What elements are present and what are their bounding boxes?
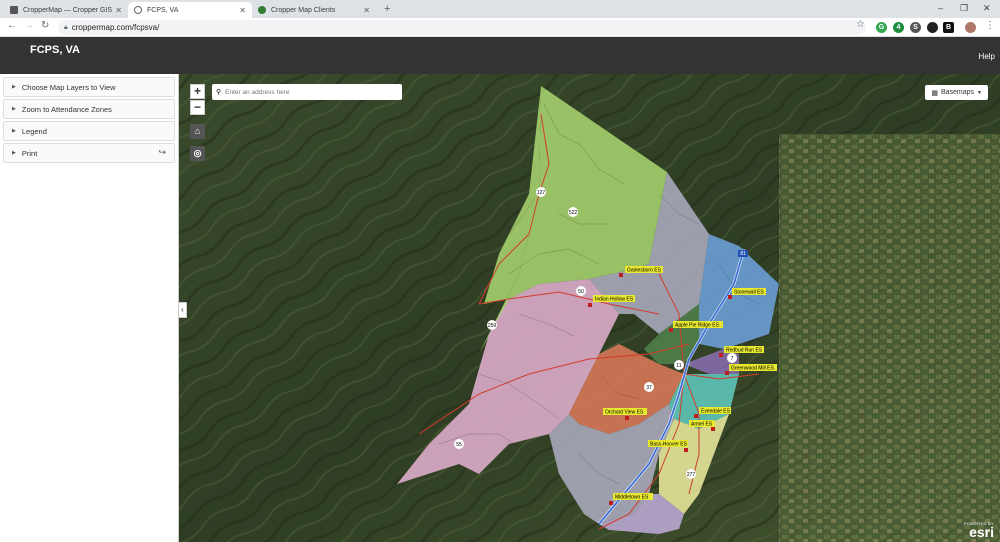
school-label: Armel ES [691,422,713,428]
browser-tab-active[interactable]: FCPS, VA ✕ [128,2,252,18]
reload-icon[interactable]: ↻ [41,20,49,31]
panel-label: Zoom to Attendance Zones [21,104,112,114]
tab-favicon-icon [258,6,266,14]
tab-favicon-icon [10,6,18,14]
collapse-sidebar-button[interactable]: ‹ [179,302,187,318]
close-icon[interactable]: ✕ [363,6,370,15]
caret-right-icon: ▶ [12,106,16,112]
grid-icon: ▦ [931,89,938,97]
caret-right-icon: ▶ [12,84,16,90]
school-label: Redbud Run ES [726,348,763,354]
panel-print[interactable]: ▶ Print ↪ [3,143,175,163]
tab-title: Cropper Map Clients [271,6,336,14]
route-shield-label: 522 [569,210,578,216]
route-shield-label: 277 [687,472,696,478]
locate-button[interactable]: ◎ [190,146,205,161]
basemaps-button[interactable]: ▦ Basemaps ▼ [925,85,988,100]
home-button[interactable]: ⌂ [190,124,205,139]
panel-label: Print [21,148,38,158]
browser-tab-bar: CropperMap — Cropper GIS ✕ FCPS, VA ✕ Cr… [0,0,1000,18]
address-search-input[interactable] [225,88,396,96]
tab-title: FCPS, VA [147,6,179,14]
panel-legend[interactable]: ▶ Legend [3,121,175,141]
extension-half-circle-icon[interactable] [927,22,938,33]
map-canvas[interactable]: 127 522 50 259 11 37 7 81 55 277 Gainesb… [179,74,1000,542]
zoom-in-button[interactable]: + [190,84,205,99]
lock-icon: 🔒︎ [64,23,68,31]
zoom-out-button[interactable]: − [190,100,205,115]
extension-badge-icon[interactable]: 4 [893,22,904,33]
back-arrow-icon[interactable]: ← [7,20,17,31]
more-menu-icon[interactable]: ⋮ [985,20,995,31]
url-bar[interactable]: 🔒︎ croppermap.com/fcpsva/ [58,20,866,35]
browser-tab[interactable]: CropperMap — Cropper GIS ✕ [4,2,128,18]
route-shield-label: 37 [646,385,652,391]
locate-crosshair-icon: ◎ [193,148,202,158]
maximize-icon[interactable]: ❐ [960,3,968,14]
school-label: Evendale ES [701,409,731,415]
panel-label: Legend [21,126,47,136]
school-label: Stonewall ES [734,290,764,296]
globe-icon [134,6,142,14]
close-icon[interactable]: ✕ [239,6,246,15]
caret-right-icon: ▶ [12,150,16,156]
forward-arrow-icon[interactable]: → [24,20,34,31]
bookmark-star-icon[interactable]: ☆ [856,19,865,30]
map-view[interactable]: 127 522 50 259 11 37 7 81 55 277 Gainesb… [179,74,1000,542]
school-label: Indian Hollow ES [595,297,634,303]
browser-toolbar: ← → ↻ 🔒︎ croppermap.com/fcpsva/ ☆ G 4 S … [0,18,1000,37]
basemaps-label: Basemaps [940,89,975,96]
route-shield-label: 81 [740,251,746,257]
browser-tab[interactable]: Cropper Map Clients ✕ [252,2,376,18]
school-label: Greenwood Mill ES [731,366,774,372]
share-arrow-icon[interactable]: ↪ [158,147,166,158]
route-shield-label: 55 [456,442,462,448]
address-search[interactable]: ⚲ [212,84,402,100]
panel-map-layers[interactable]: ▶ Choose Map Layers to View [3,77,175,97]
url-text: croppermap.com/fcpsva/ [71,23,160,32]
caret-right-icon: ▶ [12,128,16,134]
app-header: FCPS, VA Help [0,37,1000,74]
route-shield-label: 259 [488,323,497,329]
home-icon: ⌂ [194,126,201,136]
esri-attribution[interactable]: POWERED BY esri [964,521,994,540]
extension-check-icon[interactable]: G [876,22,887,33]
school-label: Middletown ES [615,495,649,501]
route-shield-label: 7 [731,356,734,362]
panel-label: Choose Map Layers to View [21,82,116,92]
school-label: Apple Pie Ridge ES [675,323,720,329]
profile-avatar[interactable] [965,22,976,33]
page-title: FCPS, VA [30,44,80,56]
help-link[interactable]: Help [979,52,995,61]
school-label: Orchard View ES [605,410,644,416]
esri-logo: esri [969,524,994,540]
school-label: Gainesboro ES [627,268,662,274]
route-shield-label: 127 [537,190,546,196]
extension-circle-icon[interactable]: S [910,22,921,33]
chevron-left-icon: ‹ [181,305,184,314]
sidebar: ▶ Choose Map Layers to View ▶ Zoom to At… [0,74,179,542]
school-label: Bass-Hoover ES [650,442,688,448]
panel-attendance-zones[interactable]: ▶ Zoom to Attendance Zones [3,99,175,119]
minimize-icon[interactable]: – [938,3,943,13]
farmland-east [779,134,1000,542]
route-shield-label: 50 [578,289,584,295]
new-tab-plus-icon[interactable]: + [384,3,390,15]
close-icon[interactable]: ✕ [115,6,122,15]
chevron-down-icon: ▼ [977,89,982,96]
tab-title: CropperMap — Cropper GIS [23,6,113,14]
extension-b-icon[interactable]: B [943,22,954,33]
route-shield-label: 11 [676,363,681,369]
close-window-icon[interactable]: ✕ [983,3,991,14]
search-icon: ⚲ [216,89,222,96]
